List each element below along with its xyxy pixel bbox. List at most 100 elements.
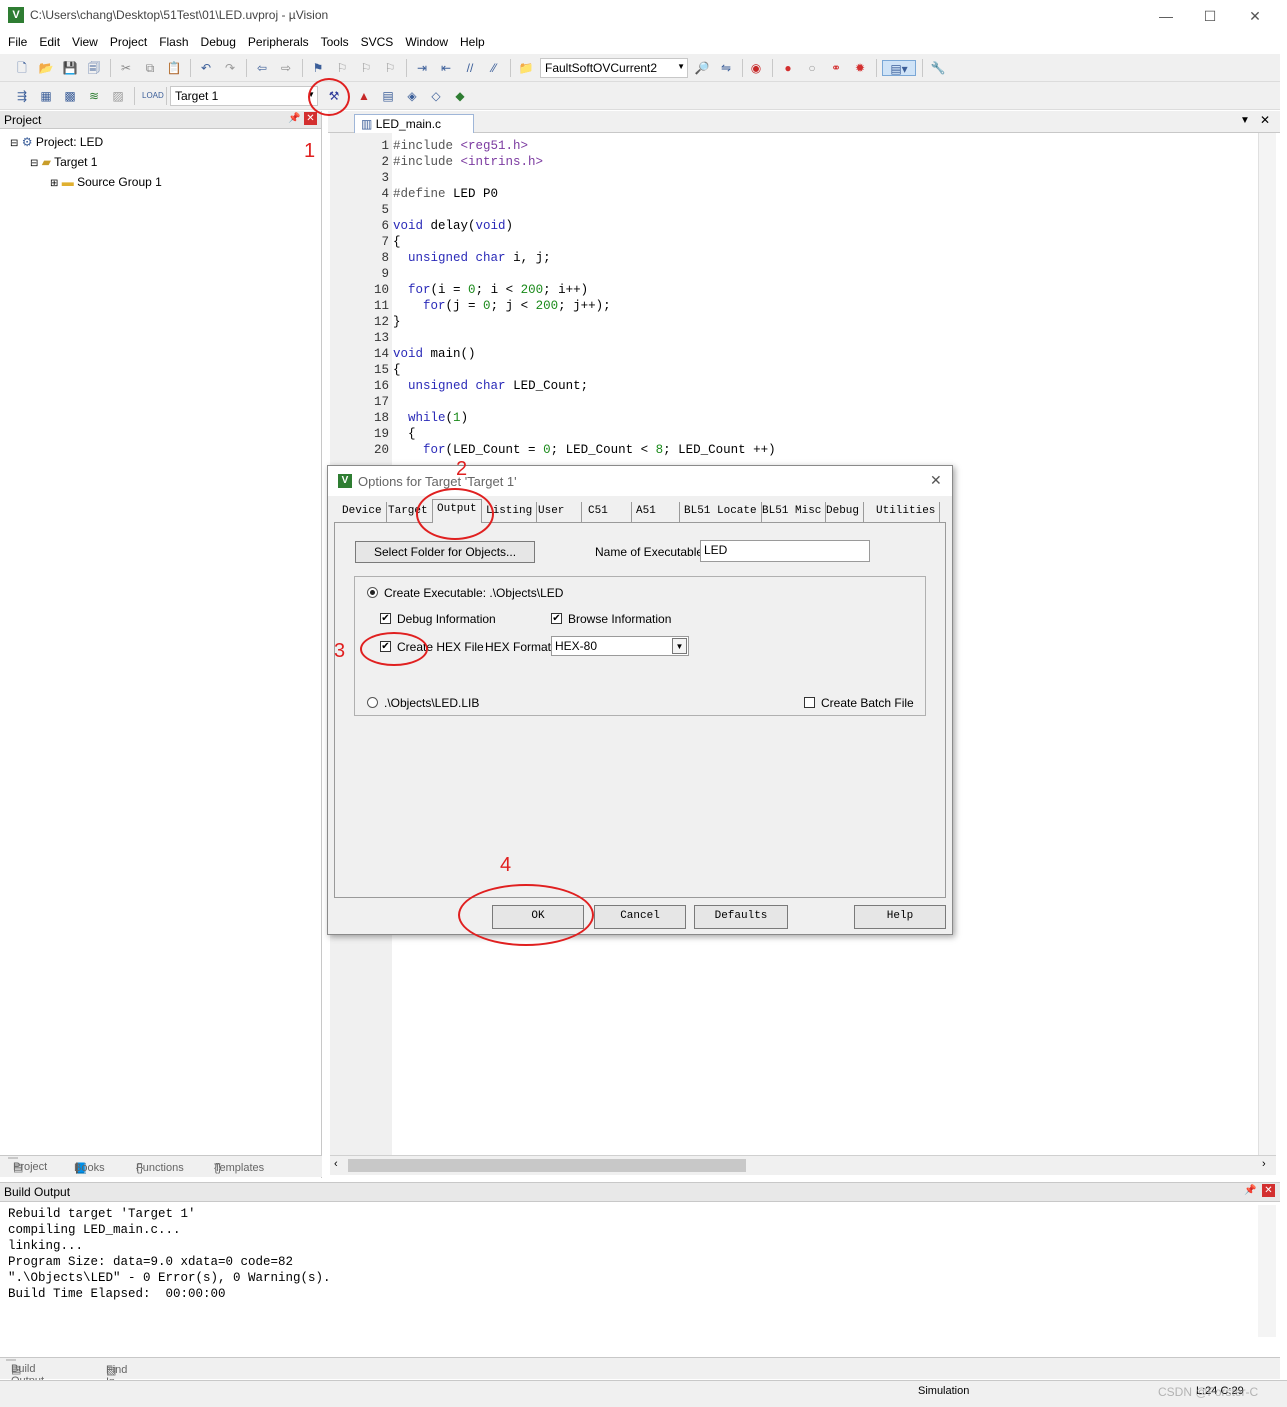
translate-icon[interactable]: ⇶: [14, 88, 30, 104]
select-packs-icon[interactable]: ◈: [404, 88, 420, 104]
code-line[interactable]: for(LED_Count = 0; LED_Count < 8; LED_Co…: [393, 443, 776, 457]
breakpoint-disable-all-icon[interactable]: ⚭: [828, 60, 844, 76]
code-line[interactable]: {: [393, 235, 401, 249]
breakpoint-kill-all-icon[interactable]: ✹: [852, 60, 868, 76]
build-icon[interactable]: ▦: [38, 88, 54, 104]
code-line[interactable]: unsigned char LED_Count;: [393, 379, 588, 393]
build-output-text[interactable]: Rebuild target 'Target 1' compiling LED_m…: [0, 1207, 1258, 1337]
window-layout-icon[interactable]: ▤▾: [882, 60, 916, 76]
close-window-button[interactable]: ✕: [1245, 6, 1265, 26]
code-line[interactable]: for(j = 0; j < 200; j++);: [393, 299, 611, 313]
stop-build-icon[interactable]: ▨: [110, 88, 126, 104]
menu-file[interactable]: File: [0, 32, 33, 49]
code-line[interactable]: for(i = 0; i < 200; i++): [393, 283, 588, 297]
scroll-left-icon[interactable]: ‹: [334, 1158, 338, 1170]
code-line[interactable]: #include <reg51.h>: [393, 139, 528, 153]
code-line[interactable]: {: [393, 427, 416, 441]
menu-window[interactable]: Window: [399, 32, 454, 49]
find-icon[interactable]: 🔎: [694, 60, 710, 76]
close-icon[interactable]: ✕: [1262, 1184, 1275, 1197]
menu-edit[interactable]: Edit: [33, 32, 66, 49]
comment-icon[interactable]: //: [462, 60, 478, 76]
editor-horizontal-scrollbar[interactable]: ‹ ›: [330, 1155, 1276, 1175]
menu-flash[interactable]: Flash: [153, 32, 194, 49]
cut-icon[interactable]: ✂: [118, 60, 134, 76]
save-all-icon[interactable]: 🗐: [86, 60, 102, 76]
code-line[interactable]: unsigned char i, j;: [393, 251, 551, 265]
tree-item-project[interactable]: ⊟ ⚙ Project: LED: [10, 135, 103, 149]
find-in-files-icon[interactable]: 📁: [518, 60, 534, 76]
new-file-icon[interactable]: 🗋: [14, 60, 30, 76]
bookmark-next-icon[interactable]: ⚐: [358, 60, 374, 76]
close-icon[interactable]: ✕: [304, 112, 317, 125]
name-exe-input[interactable]: LED: [700, 540, 870, 562]
pin-icon[interactable]: 📌: [288, 113, 300, 124]
chevron-down-icon[interactable]: ▼: [677, 62, 685, 71]
code-line[interactable]: #define LED P0: [393, 187, 498, 201]
tab-list-dropdown-icon[interactable]: ▼: [1240, 115, 1250, 126]
collapse-icon[interactable]: ⊟: [10, 138, 18, 149]
code-line[interactable]: }: [393, 315, 401, 329]
code-line[interactable]: #include <intrins.h>: [393, 155, 543, 169]
batch-build-icon[interactable]: ≋: [86, 88, 102, 104]
target-select[interactable]: Target 1 ▼: [170, 86, 318, 106]
close-dialog-icon[interactable]: ✕: [930, 472, 942, 489]
tab-bl51-locate[interactable]: BL51 Locate: [680, 502, 762, 522]
download-icon[interactable]: LOAD: [142, 88, 164, 104]
nav-back-icon[interactable]: ⇦: [254, 60, 270, 76]
hex-format-select[interactable]: HEX-80 ▼: [551, 636, 689, 656]
pin-icon[interactable]: 📌: [1244, 1185, 1256, 1196]
create-batch-checkbox[interactable]: [804, 697, 815, 708]
tree-item-group[interactable]: ⊞ ▬ Source Group 1: [50, 175, 162, 189]
tab-c51[interactable]: C51: [584, 502, 632, 522]
editor-vertical-scrollbar[interactable]: [1258, 133, 1276, 1155]
tab-a51[interactable]: A51: [632, 502, 680, 522]
tab-project[interactable]: ▤ Project: [8, 1157, 47, 1174]
undo-icon[interactable]: ↶: [198, 60, 214, 76]
create-lib-radio[interactable]: [367, 697, 378, 708]
configure-icon[interactable]: 🔧: [930, 60, 946, 76]
menu-project[interactable]: Project: [104, 32, 153, 49]
copy-icon[interactable]: ⧉: [142, 60, 158, 76]
manage-runtime-icon[interactable]: ◆: [452, 88, 468, 104]
breakpoint-icon[interactable]: ●: [780, 60, 796, 76]
tab-debug[interactable]: Debug: [822, 502, 865, 522]
editor-tab-led-main[interactable]: ▥ LED_main.c: [354, 114, 474, 133]
tab-build-output[interactable]: ▤ Build Output: [6, 1359, 44, 1387]
incremental-find-icon[interactable]: ⇋: [718, 60, 734, 76]
code-line[interactable]: while(1): [393, 411, 468, 425]
nav-forward-icon[interactable]: ⇨: [278, 60, 294, 76]
create-exe-radio[interactable]: [367, 587, 378, 598]
code-line[interactable]: {: [393, 363, 401, 377]
unindent-icon[interactable]: ⇤: [438, 60, 454, 76]
indent-icon[interactable]: ⇥: [414, 60, 430, 76]
menu-help[interactable]: Help: [454, 32, 491, 49]
redo-icon[interactable]: ↷: [222, 60, 238, 76]
debug-session-icon[interactable]: ◉: [748, 60, 764, 76]
cancel-button[interactable]: Cancel: [594, 905, 686, 929]
select-folder-button[interactable]: Select Folder for Objects...: [355, 541, 535, 563]
breakpoint-disable-icon[interactable]: ○: [804, 60, 820, 76]
debug-info-checkbox[interactable]: ✔: [380, 613, 391, 624]
scrollbar-thumb[interactable]: [348, 1159, 746, 1172]
collapse-icon[interactable]: ⊟: [30, 158, 38, 169]
chevron-down-icon[interactable]: ▼: [672, 638, 687, 654]
file-extensions-icon[interactable]: ▤: [380, 88, 396, 104]
close-editor-icon[interactable]: ✕: [1260, 113, 1270, 127]
rebuild-icon[interactable]: ▩: [62, 88, 78, 104]
scroll-right-icon[interactable]: ›: [1262, 1158, 1266, 1170]
tree-item-target[interactable]: ⊟ ▰ Target 1: [30, 155, 97, 169]
menu-peripherals[interactable]: Peripherals: [242, 32, 315, 49]
tab-bl51-misc[interactable]: BL51 Misc: [758, 502, 827, 522]
menu-debug[interactable]: Debug: [195, 32, 242, 49]
maximize-button[interactable]: ☐: [1200, 6, 1220, 26]
menu-tools[interactable]: Tools: [315, 32, 355, 49]
bookmark-clear-icon[interactable]: ⚐: [382, 60, 398, 76]
bookmark-icon[interactable]: ⚑: [310, 60, 326, 76]
code-line[interactable]: void main(): [393, 347, 476, 361]
tab-device[interactable]: Device: [338, 502, 387, 522]
menu-view[interactable]: View: [66, 32, 104, 49]
pack-installer-icon[interactable]: ◇: [428, 88, 444, 104]
help-button[interactable]: Help: [854, 905, 946, 929]
defaults-button[interactable]: Defaults: [694, 905, 788, 929]
